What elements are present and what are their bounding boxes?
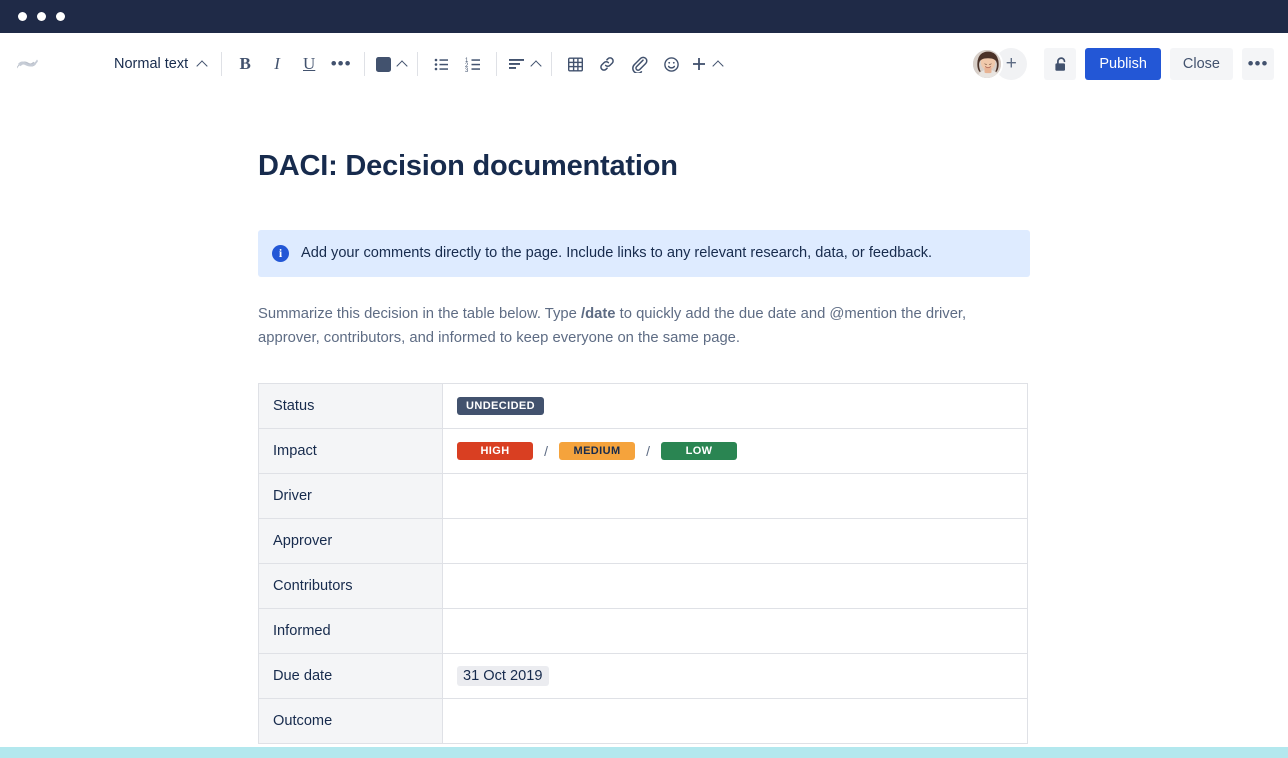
text-align-button[interactable] (504, 48, 544, 80)
insert-table-button[interactable] (559, 48, 591, 80)
restrictions-button[interactable] (1044, 48, 1077, 80)
toolbar-divider (221, 52, 223, 76)
instruction-paragraph: Summarize this decision in the table bel… (258, 303, 998, 351)
window-title-bar (0, 0, 1288, 33)
attachment-button[interactable] (623, 48, 655, 80)
info-panel: i Add your comments directly to the page… (258, 229, 1030, 278)
slash-date-command: /date (580, 306, 616, 323)
collaborators-group: + (971, 48, 1028, 80)
row-label-driver: Driver (258, 473, 443, 520)
underline-icon: U (303, 54, 316, 73)
link-icon (600, 57, 614, 71)
table-row: Contributors (258, 563, 1028, 610)
row-value-informed[interactable] (442, 608, 1028, 655)
toolbar-divider (417, 52, 419, 76)
more-options-button[interactable]: ••• (1242, 48, 1274, 80)
ellipsis-icon: ••• (330, 54, 352, 73)
table-row: Approver (258, 518, 1028, 565)
impact-badge-low[interactable]: LOW (661, 442, 738, 461)
row-value-impact[interactable]: HIGH / MEDIUM / LOW (442, 428, 1028, 475)
daci-table: Status UNDECIDED Impact HIGH / MEDIUM / … (258, 383, 1028, 745)
avatar[interactable] (971, 48, 1004, 80)
row-label-status: Status (258, 383, 443, 430)
bold-button[interactable]: B (229, 48, 261, 80)
close-button[interactable]: Close (1169, 48, 1233, 80)
row-label-impact: Impact (258, 428, 443, 475)
row-label-contributors: Contributors (258, 563, 443, 610)
unlock-icon (1055, 56, 1066, 71)
italic-icon: I (274, 54, 280, 73)
info-icon: i (272, 244, 289, 262)
toolbar-divider (364, 52, 366, 76)
text-color-button[interactable] (372, 48, 410, 80)
table-row: Status UNDECIDED (258, 383, 1028, 430)
table-row: Outcome (258, 698, 1028, 745)
row-label-due-date: Due date (258, 653, 443, 700)
info-panel-text: Add your comments directly to the page. … (301, 244, 933, 261)
window-dot-close[interactable] (18, 12, 27, 21)
window-dot-maximize[interactable] (56, 12, 65, 21)
page-content: DACI: Decision documentation i Add your … (258, 95, 1030, 745)
table-row: Due date 31 Oct 2019 (258, 653, 1028, 700)
plus-icon: + (1005, 53, 1017, 74)
impact-badge-high[interactable]: HIGH (457, 442, 533, 461)
svg-text:3: 3 (465, 68, 469, 73)
table-row: Informed (258, 608, 1028, 655)
underline-button[interactable]: U (293, 48, 325, 80)
row-label-approver: Approver (258, 518, 443, 565)
window-dot-minimize[interactable] (37, 12, 46, 21)
due-date-chip[interactable]: 31 Oct 2019 (457, 666, 549, 687)
row-label-outcome: Outcome (258, 698, 443, 745)
badge-separator: / (646, 443, 650, 460)
row-value-approver[interactable] (442, 518, 1028, 565)
editor-toolbar: Normal text B I U ••• 1 2 3 + Publish Cl… (0, 33, 1288, 95)
row-value-driver[interactable] (442, 473, 1028, 520)
paperclip-icon (632, 56, 648, 73)
bold-icon: B (239, 54, 251, 73)
toolbar-right-actions: + Publish Close ••• (971, 48, 1274, 80)
toolbar-divider (551, 52, 553, 76)
row-value-due-date[interactable]: 31 Oct 2019 (442, 653, 1028, 700)
row-value-outcome[interactable] (442, 698, 1028, 745)
impact-badge-medium[interactable]: MEDIUM (559, 442, 636, 461)
chevron-up-icon (396, 60, 408, 72)
paragraph-part-1: Summarize this decision in the table bel… (258, 306, 581, 323)
chevron-up-icon (530, 60, 542, 72)
numbered-list-button[interactable]: 1 2 3 (457, 48, 489, 80)
publish-button[interactable]: Publish (1085, 48, 1161, 80)
color-swatch-icon (376, 56, 392, 72)
row-value-contributors[interactable] (442, 563, 1028, 610)
table-row: Driver (258, 473, 1028, 520)
plus-icon (693, 58, 706, 70)
chevron-up-icon (196, 60, 208, 72)
insert-more-button[interactable] (687, 48, 726, 80)
align-left-icon (509, 58, 525, 69)
row-value-status[interactable]: UNDECIDED (442, 383, 1028, 430)
text-style-label: Normal text (114, 56, 189, 72)
status-badge[interactable]: UNDECIDED (457, 397, 544, 416)
toolbar-divider (496, 52, 498, 76)
text-style-dropdown[interactable]: Normal text (104, 48, 214, 80)
page-title[interactable]: DACI: Decision documentation (258, 149, 1030, 184)
confluence-logo-icon[interactable] (12, 49, 42, 79)
italic-button[interactable]: I (261, 48, 293, 80)
emoji-icon (663, 56, 679, 72)
bulleted-list-button[interactable] (425, 48, 457, 80)
table-icon (567, 57, 583, 72)
table-row: Impact HIGH / MEDIUM / LOW (258, 428, 1028, 475)
row-label-informed: Informed (258, 608, 443, 655)
page-scroll-area: DACI: Decision documentation i Add your … (0, 95, 1288, 758)
emoji-button[interactable] (655, 48, 687, 80)
chevron-up-icon (712, 60, 724, 72)
insert-link-button[interactable] (591, 48, 623, 80)
bottom-accent-band (0, 747, 1288, 758)
format-button-group: B I U ••• (229, 48, 357, 80)
badge-separator: / (544, 443, 548, 460)
more-formatting-button[interactable]: ••• (325, 48, 357, 80)
